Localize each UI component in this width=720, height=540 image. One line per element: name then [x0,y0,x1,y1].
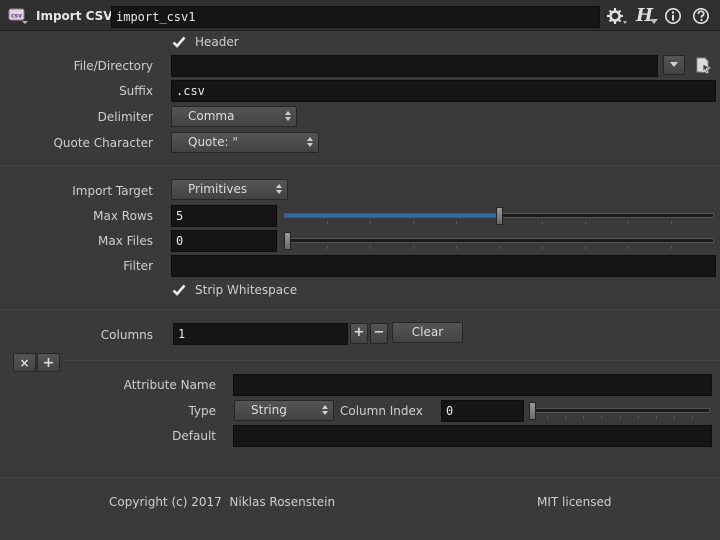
insert-instance-button[interactable]: + [37,353,60,372]
slider-track [529,408,710,413]
max-rows-field[interactable]: 5 [171,205,277,227]
attribute-name-label: Attribute Name [123,378,216,392]
slider-tick [565,416,566,419]
slider-tick [327,246,328,249]
updown-arrow-icon [285,111,291,121]
import-target-dropdown[interactable]: Primitives [171,179,288,200]
slider-tick [413,246,414,249]
slider-tick [542,246,543,249]
slider-tick [585,246,586,249]
quote-character-value: Quote: " [188,135,238,149]
file-chooser-icon[interactable] [694,56,712,74]
default-field[interactable] [233,425,712,447]
columns-add-button[interactable]: + [350,323,368,344]
suffix-field[interactable]: .csv [171,80,716,102]
file-directory-field[interactable] [171,55,658,77]
header-label: Header [195,35,239,49]
separator [0,309,720,310]
max-files-field[interactable]: 0 [171,230,277,252]
column-index-slider[interactable] [529,400,710,422]
columns-label: Columns [100,328,153,342]
slider-tick [499,221,500,224]
file-directory-label: File/Directory [73,59,153,73]
max-rows-slider[interactable] [284,205,714,227]
slider-handle[interactable] [529,402,536,420]
slider-tick [674,416,675,419]
slider-fill [285,214,499,217]
type-value: String [251,403,287,417]
column-index-field[interactable]: 0 [441,400,524,422]
slider-tick [542,221,543,224]
attribute-name-field[interactable] [233,374,712,396]
copyright-text: Copyright (c) 2017 Niklas Rosenstein [109,495,336,509]
slider-tick [585,221,586,224]
delimiter-value: Comma [188,109,235,123]
type-label: Type [188,404,216,418]
license-text: MIT licensed [537,495,612,509]
filter-field[interactable] [171,255,716,277]
columns-count-field[interactable]: 1 [173,323,348,345]
columns-clear-button[interactable]: Clear [392,322,463,343]
gear-icon[interactable] [606,7,628,25]
slider-tick [620,416,621,419]
svg-text:csv: csv [11,13,22,20]
updown-arrow-icon [276,184,282,194]
info-icon[interactable] [664,7,682,25]
column-index-label: Column Index [340,404,423,418]
separator [64,360,720,361]
slider-tick [370,246,371,249]
slider-tick [456,221,457,224]
separator [0,477,720,478]
slider-tick [413,221,414,224]
node-type-label: Import CSV [36,9,113,23]
strip-whitespace-checkbox[interactable] [172,283,186,297]
slider-tick [547,416,548,419]
slider-tick [638,416,639,419]
filter-label: Filter [123,259,153,273]
slider-tick [583,416,584,419]
slider-tick [499,246,500,249]
separator [0,165,720,166]
import-target-value: Primitives [188,182,248,196]
header-checkbox[interactable] [172,35,186,49]
delimiter-dropdown[interactable]: Comma [171,106,297,127]
default-label: Default [172,429,216,443]
slider-tick [601,416,602,419]
columns-remove-button[interactable]: − [370,323,388,344]
updown-arrow-icon [322,405,328,415]
slider-track [284,238,714,243]
node-name-field[interactable]: import_csv1 [111,6,600,28]
help-question-icon[interactable] [692,7,710,25]
delimiter-label: Delimiter [97,110,153,124]
type-dropdown[interactable]: String [234,400,334,421]
slider-tick [656,416,657,419]
slider-tick [671,246,672,249]
import-target-label: Import Target [72,184,153,198]
updown-arrow-icon [307,137,313,147]
slider-tick [628,246,629,249]
help-h-icon[interactable]: H [634,5,658,27]
suffix-label: Suffix [119,84,153,98]
quote-character-dropdown[interactable]: Quote: " [171,132,319,153]
slider-tick [327,221,328,224]
strip-whitespace-label: Strip Whitespace [195,283,298,297]
slider-tick [628,221,629,224]
slider-tick [456,246,457,249]
max-files-label: Max Files [98,234,153,248]
slider-handle[interactable] [284,232,291,250]
slider-tick [692,416,693,419]
quote-character-label: Quote Character [53,136,153,150]
max-rows-label: Max Rows [93,209,153,223]
slider-tick [671,221,672,224]
csv-node-icon[interactable]: csv [8,7,30,25]
file-menu-button[interactable] [663,55,685,75]
remove-instance-button[interactable]: × [13,353,36,372]
max-files-slider[interactable] [284,230,714,252]
slider-tick [370,221,371,224]
